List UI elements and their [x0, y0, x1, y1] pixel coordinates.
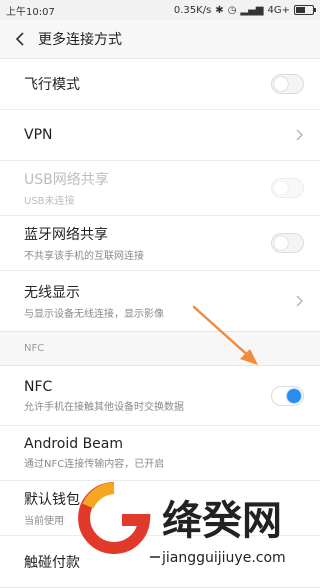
status-bar: 上午10:07 0.35K/s ✱ ◷ ▂▄▆ 4G+: [0, 0, 320, 20]
bluetooth-tethering-subtitle: 不共享该手机的互联网连接: [24, 251, 144, 262]
usb-tethering-toggle: [271, 178, 304, 198]
nfc-subtitle: 允许手机在接触其他设备时交换数据: [24, 401, 184, 413]
nfc-row[interactable]: NFC 允许手机在接触其他设备时交换数据: [0, 366, 320, 426]
toggle-knob: [274, 77, 288, 91]
status-time: 上午10:07: [6, 6, 55, 18]
nfc-section-label: NFC: [0, 332, 320, 365]
status-speed: 0.35K/s: [173, 4, 212, 16]
back-icon[interactable]: [12, 30, 30, 48]
usb-tethering-label: USB网络共享: [24, 172, 109, 188]
bluetooth-tethering-label: 蓝牙网络共享: [24, 227, 108, 243]
page-header: 更多连接方式: [0, 20, 320, 58]
airplane-mode-toggle[interactable]: [271, 74, 304, 94]
android-beam-row[interactable]: Android Beam 通过NFC连接传输内容，已开启: [0, 426, 320, 481]
vpn-label: VPN: [24, 127, 53, 143]
status-right: 0.35K/s ✱ ◷ ▂▄▆ 4G+: [173, 4, 316, 16]
wireless-display-subtitle: 与显示设备无线连接，显示影像: [24, 309, 164, 320]
usb-tethering-subtitle: USB未连接: [24, 196, 75, 207]
annotation-arrow: [192, 305, 258, 365]
connection-group: 飞行模式 VPN USB网络共享 USB未连接 蓝牙网络共享 不共享该手机的互联…: [0, 58, 320, 332]
android-beam-subtitle: 通过NFC连接传输内容，已开启: [24, 459, 165, 470]
status-network: 4G+: [267, 4, 291, 16]
nfc-label: NFC: [24, 378, 53, 395]
bluetooth-tethering-row[interactable]: 蓝牙网络共享 不共享该手机的互联网连接: [0, 216, 320, 271]
alarm-icon: ◷: [227, 4, 237, 16]
chevron-right-icon: [296, 295, 303, 307]
chevron-right-icon: [296, 129, 303, 141]
watermark-brand: 绛癸网: [162, 498, 282, 544]
vpn-row[interactable]: VPN: [0, 110, 320, 161]
wireless-display-row[interactable]: 无线显示 与显示设备无线连接，显示影像: [0, 271, 320, 331]
toggle-knob: [274, 236, 288, 250]
watermark-logo: 绛癸网 jiangguijiuye.com: [78, 482, 286, 566]
bluetooth-tethering-toggle[interactable]: [271, 233, 304, 253]
signal-icon: ▂▄▆: [240, 4, 264, 16]
watermark-url: jiangguijiuye.com: [161, 550, 286, 566]
android-beam-label: Android Beam: [24, 436, 124, 452]
usb-tethering-row: USB网络共享 USB未连接: [0, 161, 320, 216]
page-title: 更多连接方式: [38, 32, 122, 48]
toggle-knob: [274, 181, 288, 195]
battery-icon: [294, 5, 316, 15]
airplane-mode-label: 飞行模式: [24, 77, 80, 93]
bluetooth-icon: ✱: [215, 4, 224, 16]
toggle-knob: [287, 388, 301, 403]
wireless-display-label: 无线显示: [24, 285, 80, 301]
airplane-mode-row[interactable]: 飞行模式: [0, 59, 320, 110]
nfc-toggle[interactable]: [271, 385, 304, 406]
